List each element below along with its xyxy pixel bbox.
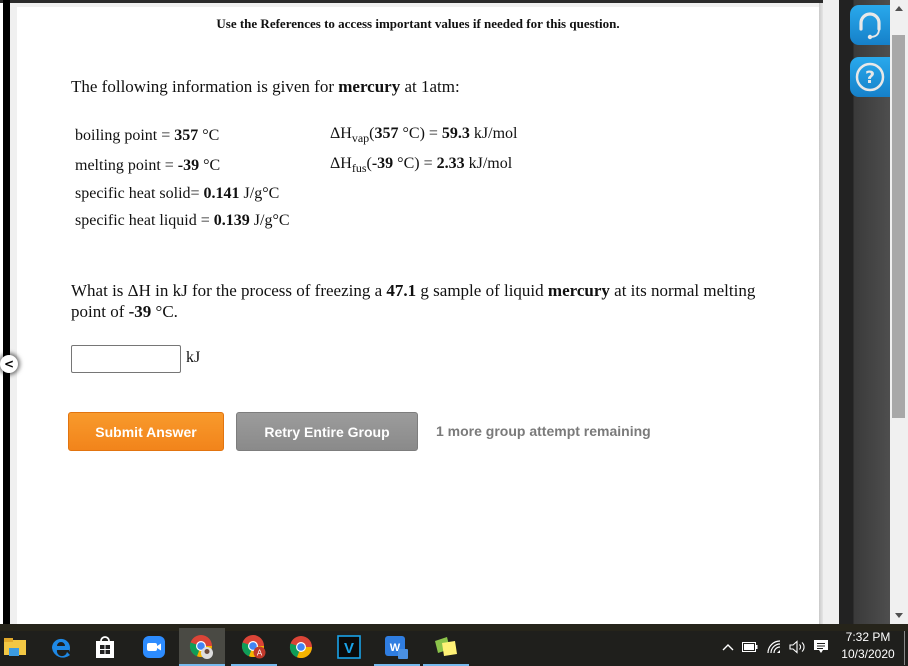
answer-input[interactable] bbox=[71, 345, 181, 373]
boiling-point: boiling point = 357 °C bbox=[75, 127, 219, 145]
headset-icon bbox=[859, 12, 881, 40]
taskbar-wps-office[interactable]: W bbox=[374, 628, 420, 666]
prompt-substance: mercury bbox=[547, 281, 610, 300]
vap-equals: °C) = bbox=[398, 125, 442, 142]
fus-value: 2.33 bbox=[436, 155, 465, 172]
profile-badge: A bbox=[257, 649, 263, 658]
notification-icon bbox=[814, 640, 828, 653]
scroll-down-button[interactable] bbox=[890, 609, 908, 621]
scroll-up-button[interactable] bbox=[890, 2, 908, 14]
delta-h-symbol: ΔH bbox=[330, 125, 352, 142]
intro-text: The following information is given for bbox=[71, 77, 339, 96]
intro-suffix: at 1atm: bbox=[400, 77, 460, 96]
boiling-point-label: boiling point = bbox=[75, 127, 175, 144]
chrome-icon bbox=[189, 635, 213, 659]
boiling-point-unit: °C bbox=[198, 127, 220, 144]
taskbar-store[interactable] bbox=[82, 628, 128, 666]
arrow-down-icon bbox=[895, 612, 903, 618]
support-button[interactable] bbox=[850, 5, 890, 45]
clock-date: 10/3/2020 bbox=[841, 647, 895, 661]
scrollbar-thumb[interactable] bbox=[892, 35, 905, 418]
question-intro: The following information is given for m… bbox=[71, 77, 460, 97]
chrome-icon bbox=[289, 636, 313, 659]
fus-equals: °C) = bbox=[393, 155, 437, 172]
retry-entire-group-button[interactable]: Retry Entire Group bbox=[236, 412, 418, 451]
fus-subscript: fus bbox=[351, 161, 367, 175]
svg-text:?: ? bbox=[865, 68, 875, 88]
wifi-icon bbox=[767, 640, 781, 654]
help-button[interactable]: ? bbox=[850, 57, 890, 97]
store-icon bbox=[96, 636, 114, 658]
svg-text:V: V bbox=[344, 640, 354, 657]
melting-point-label: melting point = bbox=[75, 157, 178, 174]
sticky-notes-icon bbox=[435, 637, 457, 656]
melting-point-value: -39 bbox=[177, 157, 200, 174]
attempts-remaining: 1 more group attempt remaining bbox=[436, 423, 651, 439]
intro-substance: mercury bbox=[338, 77, 401, 96]
specific-heat-liquid-value: 0.139 bbox=[213, 212, 250, 229]
prompt-text: g sample of liquid bbox=[416, 281, 548, 300]
folder-icon bbox=[4, 638, 26, 656]
references-note: Use the References to access important v… bbox=[216, 16, 620, 31]
wifi-status[interactable] bbox=[764, 628, 784, 666]
specific-heat-liquid-unit: J/g°C bbox=[249, 212, 290, 229]
enthalpy-vaporization: ΔHvap(357 °C) = 59.3 kJ/mol bbox=[330, 125, 518, 145]
chrome-icon: A bbox=[241, 635, 266, 659]
submit-answer-button[interactable]: Submit Answer bbox=[68, 412, 224, 451]
vap-value: 59.3 bbox=[441, 125, 470, 142]
volume-control[interactable] bbox=[787, 628, 809, 666]
taskbar-chrome-profile-a[interactable]: A bbox=[231, 628, 277, 666]
taskbar-sticky-notes[interactable] bbox=[423, 628, 469, 666]
action-center-button[interactable] bbox=[811, 628, 831, 666]
battery-icon bbox=[742, 642, 758, 652]
taskbar-zoom[interactable] bbox=[131, 628, 177, 666]
edge-icon bbox=[51, 638, 70, 658]
enthalpy-fusion: ΔHfus(-39 °C) = 2.33 kJ/mol bbox=[330, 155, 513, 175]
melting-point: melting point = -39 °C bbox=[75, 157, 220, 175]
vap-temperature: 357 bbox=[374, 125, 399, 142]
prompt-text: °C. bbox=[151, 302, 178, 321]
left-gutter bbox=[10, 3, 17, 624]
prompt-mass: 47.1 bbox=[386, 281, 417, 300]
delta-h-symbol: ΔH bbox=[330, 155, 352, 172]
specific-heat-solid-value: 0.141 bbox=[203, 185, 240, 202]
taskbar-edge[interactable] bbox=[38, 628, 84, 666]
battery-status[interactable] bbox=[740, 628, 760, 666]
fus-temperature: -39 bbox=[371, 155, 394, 172]
specific-heat-solid: specific heat solid= 0.141 J/g°C bbox=[75, 185, 279, 203]
taskbar-chrome[interactable] bbox=[278, 628, 324, 666]
specific-heat-solid-unit: J/g°C bbox=[239, 185, 280, 202]
show-desktop-button[interactable] bbox=[904, 631, 905, 665]
show-hidden-icons-button[interactable] bbox=[719, 628, 737, 666]
arrow-up-icon bbox=[895, 5, 903, 11]
question-panel: Use the References to access important v… bbox=[17, 7, 819, 624]
help-icon: ? bbox=[855, 62, 885, 92]
speaker-icon bbox=[789, 640, 805, 654]
clock-time: 7:32 PM bbox=[845, 630, 891, 644]
specific-heat-solid-label: specific heat solid= bbox=[75, 185, 204, 202]
specific-heat-liquid-label: specific heat liquid = bbox=[75, 212, 214, 229]
prompt-text: What is ΔH in kJ for the process of free… bbox=[71, 281, 387, 300]
chevron-up-icon bbox=[722, 644, 734, 651]
answer-unit: kJ bbox=[186, 349, 201, 366]
rail-gutter bbox=[823, 0, 839, 624]
taskbar-clock[interactable]: 7:32 PM 10/3/2020 bbox=[835, 627, 901, 665]
melting-point-unit: °C bbox=[199, 157, 221, 174]
boiling-point-value: 357 bbox=[174, 127, 199, 144]
taskbar-file-explorer[interactable] bbox=[0, 628, 38, 666]
vap-unit: kJ/mol bbox=[469, 125, 518, 142]
left-border bbox=[3, 0, 10, 624]
collapse-panel-button[interactable]: < bbox=[0, 355, 18, 373]
prompt-temperature: -39 bbox=[128, 302, 152, 321]
question-prompt: What is ΔH in kJ for the process of free… bbox=[71, 280, 791, 322]
wps-icon: W bbox=[385, 636, 408, 659]
fus-unit: kJ/mol bbox=[464, 155, 513, 172]
vegas-icon: V bbox=[337, 635, 361, 659]
taskbar-chrome-profile[interactable] bbox=[179, 628, 225, 666]
taskbar-vegas[interactable]: V bbox=[326, 628, 372, 666]
zoom-icon bbox=[143, 636, 165, 658]
specific-heat-liquid: specific heat liquid = 0.139 J/g°C bbox=[75, 212, 290, 230]
vap-subscript: vap bbox=[351, 131, 370, 145]
